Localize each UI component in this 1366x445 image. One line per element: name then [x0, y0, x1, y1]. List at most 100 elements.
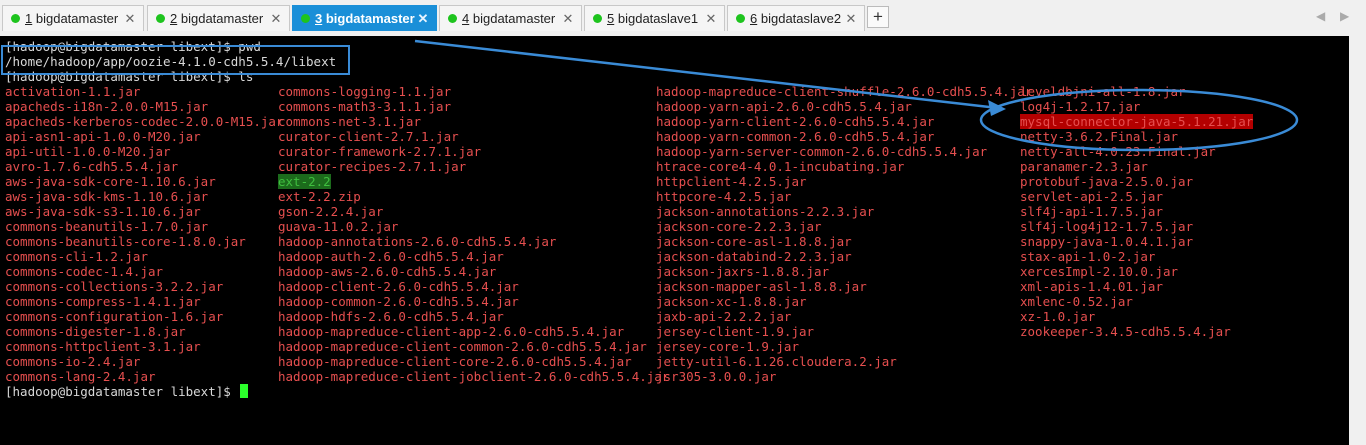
close-tab-icon[interactable]: ✕: [703, 11, 719, 27]
file-entry: commons-lang-2.4.jar: [5, 369, 156, 384]
file-entry: hadoop-mapreduce-client-app-2.6.0-cdh5.5…: [278, 324, 625, 339]
file-entry: paranamer-2.3.jar: [1020, 159, 1148, 174]
connected-status-icon: [593, 14, 602, 23]
file-entry: commons-configuration-1.6.jar: [5, 309, 224, 324]
file-entry: xz-1.0.jar: [1020, 309, 1096, 324]
highlighted-file-entry: mysql-connector-java-5.1.21.jar: [1020, 114, 1254, 129]
tab-label: 5 bigdataslave1: [607, 11, 699, 26]
tab-session-2[interactable]: 2 bigdatamaster ✕: [147, 5, 290, 31]
connected-status-icon: [156, 14, 165, 23]
close-tab-icon[interactable]: ✕: [268, 11, 284, 27]
tab-session-6[interactable]: 6 bigdataslave2 ✕: [727, 5, 865, 31]
file-entry: curator-client-2.7.1.jar: [278, 129, 459, 144]
tab-bar: 1 bigdatamaster ✕ 2 bigdatamaster ✕ 3 bi…: [0, 0, 1366, 37]
file-entry: ext-2.2.zip: [278, 189, 361, 204]
tab-label: 3 bigdatamaster: [315, 11, 415, 26]
scroll-tabs-right-icon[interactable]: ▶: [1340, 9, 1349, 23]
file-entry: snappy-java-1.0.4.1.jar: [1020, 234, 1194, 249]
file-entry: slf4j-log4j12-1.7.5.jar: [1020, 219, 1194, 234]
file-entry: curator-framework-2.7.1.jar: [278, 144, 482, 159]
connected-status-icon: [11, 14, 20, 23]
tab-session-1[interactable]: 1 bigdatamaster ✕: [2, 5, 144, 31]
tab-label: 1 bigdatamaster: [25, 11, 119, 26]
file-entry: commons-collections-3.2.2.jar: [5, 279, 224, 294]
file-entry: commons-codec-1.4.jar: [5, 264, 164, 279]
tab-label: 4 bigdatamaster: [462, 11, 556, 26]
file-entry: hadoop-mapreduce-client-shuffle-2.6.0-cd…: [656, 84, 1033, 99]
file-entry: jackson-core-asl-1.8.8.jar: [656, 234, 852, 249]
file-entry: jersey-core-1.9.jar: [656, 339, 799, 354]
text-cursor: [240, 384, 249, 398]
file-entry: commons-cli-1.2.jar: [5, 249, 148, 264]
close-tab-icon[interactable]: ✕: [415, 11, 431, 27]
tab-label: 6 bigdataslave2: [750, 11, 842, 26]
file-entry: xml-apis-1.4.01.jar: [1020, 279, 1163, 294]
terminal-output[interactable]: [hadoop@bigdatamaster libext]$ pwd /home…: [0, 36, 1366, 445]
file-entry: hadoop-yarn-client-2.6.0-cdh5.5.4.jar: [656, 114, 935, 129]
file-entry: aws-java-sdk-kms-1.10.6.jar: [5, 189, 209, 204]
file-entry: jaxb-api-2.2.2.jar: [656, 309, 792, 324]
file-entry: avro-1.7.6-cdh5.5.4.jar: [5, 159, 179, 174]
add-tab-button[interactable]: +: [867, 6, 889, 28]
file-entry: jackson-xc-1.8.8.jar: [656, 294, 807, 309]
file-entry: hadoop-common-2.6.0-cdh5.5.4.jar: [278, 294, 519, 309]
file-entry: commons-digester-1.8.jar: [5, 324, 186, 339]
tab-session-3[interactable]: 3 bigdatamaster ✕: [292, 5, 437, 31]
file-entry: xercesImpl-2.10.0.jar: [1020, 264, 1179, 279]
file-entry: jackson-databind-2.2.3.jar: [656, 249, 852, 264]
file-entry: commons-logging-1.1.jar: [278, 84, 452, 99]
close-tab-icon[interactable]: ✕: [843, 11, 859, 27]
file-entry: log4j-1.2.17.jar: [1020, 99, 1141, 114]
file-entry: hadoop-mapreduce-client-core-2.6.0-cdh5.…: [278, 354, 632, 369]
file-entry: commons-httpclient-3.1.jar: [5, 339, 201, 354]
file-entry: jackson-jaxrs-1.8.8.jar: [656, 264, 830, 279]
file-entry: xmlenc-0.52.jar: [1020, 294, 1133, 309]
file-entry: protobuf-java-2.5.0.jar: [1020, 174, 1194, 189]
file-entry: netty-3.6.2.Final.jar: [1020, 129, 1179, 144]
file-entry: zookeeper-3.4.5-cdh5.5.4.jar: [1020, 324, 1231, 339]
file-entry: activation-1.1.jar: [5, 84, 141, 99]
directory-entry: ext-2.2: [278, 174, 331, 189]
file-entry: jackson-mapper-asl-1.8.8.jar: [656, 279, 867, 294]
scroll-tabs-left-icon[interactable]: ◀: [1316, 9, 1325, 23]
file-entry: apacheds-i18n-2.0.0-M15.jar: [5, 99, 209, 114]
file-entry: hadoop-mapreduce-client-jobclient-2.6.0-…: [278, 369, 670, 384]
file-entry: hadoop-mapreduce-client-common-2.6.0-cdh…: [278, 339, 647, 354]
file-entry: commons-math3-3.1.1.jar: [278, 99, 452, 114]
connected-status-icon: [736, 14, 745, 23]
file-entry: commons-beanutils-core-1.8.0.jar: [5, 234, 246, 249]
file-entry: hadoop-yarn-server-common-2.6.0-cdh5.5.4…: [656, 144, 988, 159]
file-entry: hadoop-yarn-api-2.6.0-cdh5.5.4.jar: [656, 99, 912, 114]
prompt-line: [hadoop@bigdatamaster libext]$: [5, 384, 249, 399]
file-entry: jackson-core-2.2.3.jar: [656, 219, 822, 234]
close-tab-icon[interactable]: ✕: [560, 11, 576, 27]
file-entry: curator-recipes-2.7.1.jar: [278, 159, 467, 174]
tab-session-5[interactable]: 5 bigdataslave1 ✕: [584, 5, 725, 31]
tab-label: 2 bigdatamaster: [170, 11, 264, 26]
file-entry: hadoop-client-2.6.0-cdh5.5.4.jar: [278, 279, 519, 294]
file-entry: hadoop-hdfs-2.6.0-cdh5.5.4.jar: [278, 309, 504, 324]
connected-status-icon: [301, 14, 310, 23]
file-entry: api-util-1.0.0-M20.jar: [5, 144, 171, 159]
file-entry: jsr305-3.0.0.jar: [656, 369, 777, 384]
file-entry: apacheds-kerberos-codec-2.0.0-M15.jar: [5, 114, 284, 129]
tab-session-4[interactable]: 4 bigdatamaster ✕: [439, 5, 582, 31]
file-entry: hadoop-aws-2.6.0-cdh5.5.4.jar: [278, 264, 497, 279]
file-entry: jackson-annotations-2.2.3.jar: [656, 204, 875, 219]
file-entry: commons-io-2.4.jar: [5, 354, 141, 369]
file-entry: commons-net-3.1.jar: [278, 114, 421, 129]
file-entry: aws-java-sdk-core-1.10.6.jar: [5, 174, 216, 189]
file-entry: hadoop-auth-2.6.0-cdh5.5.4.jar: [278, 249, 504, 264]
file-entry: httpcore-4.2.5.jar: [656, 189, 792, 204]
file-entry: commons-beanutils-1.7.0.jar: [5, 219, 209, 234]
connected-status-icon: [448, 14, 457, 23]
file-entry: guava-11.0.2.jar: [278, 219, 399, 234]
file-entry: netty-all-4.0.23.Final.jar: [1020, 144, 1216, 159]
close-tab-icon[interactable]: ✕: [122, 11, 138, 27]
file-entry: servlet-api-2.5.jar: [1020, 189, 1163, 204]
file-entry: httpclient-4.2.5.jar: [656, 174, 807, 189]
file-entry: hadoop-yarn-common-2.6.0-cdh5.5.4.jar: [656, 129, 935, 144]
file-entry: commons-compress-1.4.1.jar: [5, 294, 201, 309]
file-entry: api-asn1-api-1.0.0-M20.jar: [5, 129, 201, 144]
vertical-scrollbar[interactable]: [1349, 36, 1366, 445]
